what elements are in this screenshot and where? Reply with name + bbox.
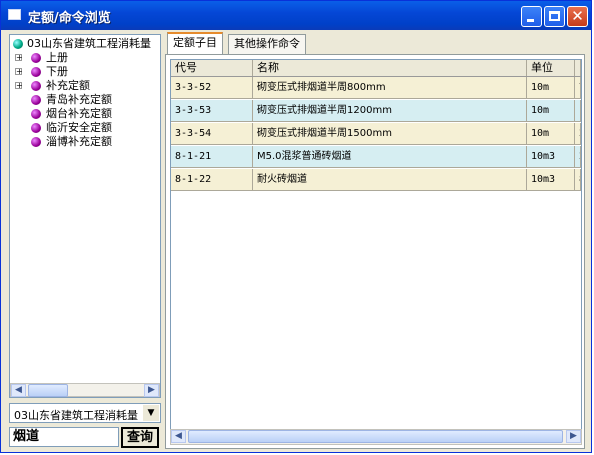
cell-code: 8-1-21: [171, 146, 253, 168]
tree-item-label: 补充定额: [46, 79, 90, 92]
globe-icon: [13, 39, 23, 49]
cell-extra: 2: [575, 146, 581, 168]
cell-name: 砌变压式排烟道半周800mm: [253, 77, 527, 99]
tree-item-label: 青岛补充定额: [46, 93, 112, 106]
tree-item-label: 上册: [46, 51, 68, 64]
tree-horizontal-scrollbar[interactable]: ◀ ▶: [10, 383, 160, 397]
expand-icon[interactable]: +: [15, 54, 23, 62]
browse-window: 定额/命令浏览 ✕ 03山东省建筑工程消耗量 + 上册 + 下册 + 补充定额 青岛补充定额…: [0, 0, 592, 453]
library-select-value: 03山东省建筑工程消耗量: [14, 409, 138, 422]
cell-code: 3-3-52: [171, 77, 253, 99]
scroll-thumb[interactable]: [28, 384, 68, 397]
cell-extra: 7: [575, 77, 581, 99]
grid-scroll-left-arrow-icon[interactable]: ◀: [171, 430, 186, 443]
title-bar[interactable]: 定额/命令浏览 ✕: [1, 1, 591, 30]
table-row[interactable]: 3-3-52砌变压式排烟道半周800mm10m7: [171, 77, 581, 99]
cell-unit: 10m: [527, 100, 575, 122]
quota-grid[interactable]: 代号 名称 单位 3-3-52砌变压式排烟道半周800mm10m73-3-53砌…: [170, 59, 582, 431]
table-row[interactable]: 3-3-53砌变压式排烟道半周1200mm10m1: [171, 100, 581, 122]
minimize-icon: [527, 19, 534, 22]
scroll-right-arrow-icon[interactable]: ▶: [144, 384, 159, 397]
table-row[interactable]: 8-1-22耐火砖烟道10m38: [171, 169, 581, 191]
cell-extra: 8: [575, 169, 581, 191]
folder-bead-icon: [31, 95, 41, 105]
tab-other-commands[interactable]: 其他操作命令: [228, 34, 306, 54]
folder-bead-icon: [31, 123, 41, 133]
grid-scroll-right-arrow-icon[interactable]: ▶: [566, 430, 581, 443]
table-row[interactable]: 3-3-54砌变压式排烟道半周1500mm10m2: [171, 123, 581, 145]
tree-root-label: 03山东省建筑工程消耗量: [27, 37, 151, 50]
library-tree[interactable]: 03山东省建筑工程消耗量 + 上册 + 下册 + 补充定额 青岛补充定额 烟台补充定额 临沂安全…: [9, 34, 161, 398]
folder-bead-icon: [31, 53, 41, 63]
cell-code: 8-1-22: [171, 169, 253, 191]
tree-item-label: 烟台补充定额: [46, 107, 112, 120]
column-header-code[interactable]: 代号: [171, 60, 253, 76]
cell-name: 耐火砖烟道: [253, 169, 527, 191]
column-header-unit[interactable]: 单位: [527, 60, 575, 76]
library-select[interactable]: 03山东省建筑工程消耗量 ▼: [9, 403, 161, 423]
cell-extra: 2: [575, 123, 581, 145]
search-button[interactable]: 查询: [121, 427, 159, 448]
maximize-icon: [549, 11, 560, 21]
tree-item-label: 下册: [46, 65, 68, 78]
folder-bead-icon: [31, 137, 41, 147]
cell-extra: 1: [575, 100, 581, 122]
left-panel: 03山东省建筑工程消耗量 + 上册 + 下册 + 补充定额 青岛补充定额 烟台补充定额 临沂安全…: [9, 34, 161, 449]
cell-unit: 10m: [527, 77, 575, 99]
minimize-button[interactable]: [521, 6, 542, 27]
cell-name: M5.0混浆普通砖烟道: [253, 146, 527, 168]
table-row[interactable]: 8-1-21M5.0混浆普通砖烟道10m32: [171, 146, 581, 168]
column-header-name[interactable]: 名称: [253, 60, 527, 76]
tree-item-label: 临沂安全定额: [46, 121, 112, 134]
expand-icon[interactable]: +: [15, 82, 23, 90]
cell-unit: 10m3: [527, 169, 575, 191]
expand-icon[interactable]: +: [15, 68, 23, 76]
cell-code: 3-3-54: [171, 123, 253, 145]
search-input[interactable]: 烟道: [9, 427, 119, 447]
close-button[interactable]: ✕: [567, 6, 588, 27]
grid-scroll-thumb[interactable]: [188, 430, 563, 443]
close-icon: ✕: [571, 7, 584, 25]
maximize-button[interactable]: [544, 6, 565, 27]
grid-header: 代号 名称 单位: [171, 60, 581, 77]
folder-bead-icon: [31, 67, 41, 77]
scroll-left-arrow-icon[interactable]: ◀: [11, 384, 26, 397]
cell-name: 砌变压式排烟道半周1500mm: [253, 123, 527, 145]
tab-quota-items[interactable]: 定额子目: [167, 32, 223, 55]
dropdown-arrow-icon[interactable]: ▼: [143, 405, 159, 421]
folder-bead-icon: [31, 109, 41, 119]
cell-unit: 10m: [527, 123, 575, 145]
cell-code: 3-3-53: [171, 100, 253, 122]
grid-horizontal-scrollbar[interactable]: ◀ ▶: [170, 429, 582, 445]
cell-name: 砌变压式排烟道半周1200mm: [253, 100, 527, 122]
folder-bead-icon: [31, 81, 41, 91]
column-header-extra[interactable]: [575, 60, 581, 76]
window-title: 定额/命令浏览: [28, 11, 111, 26]
tree-item-label: 淄博补充定额: [46, 135, 112, 148]
window-icon: [8, 9, 21, 20]
cell-unit: 10m3: [527, 146, 575, 168]
tab-page: 代号 名称 单位 3-3-52砌变压式排烟道半周800mm10m73-3-53砌…: [165, 54, 585, 449]
